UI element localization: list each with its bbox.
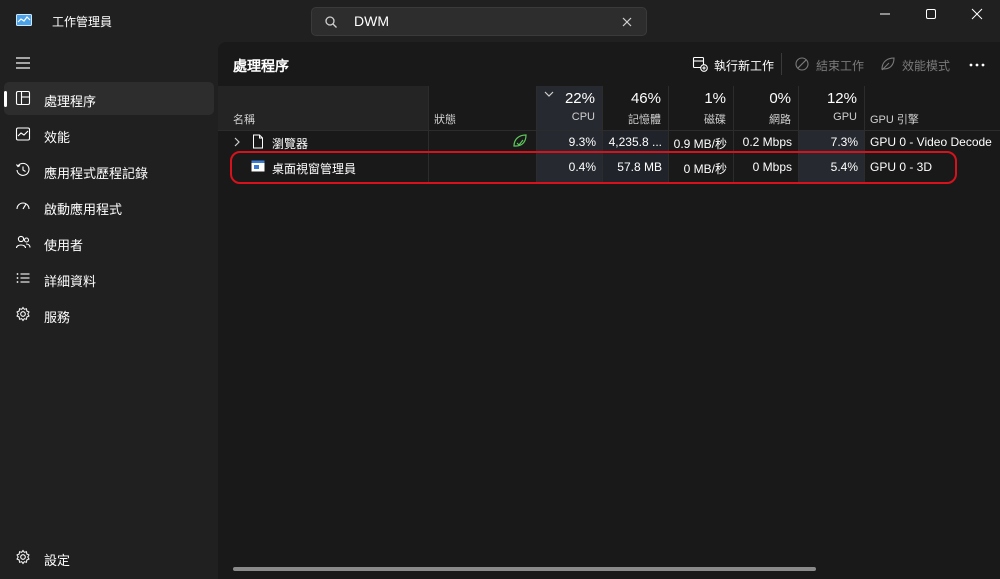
sidebar-item-label: 詳細資料 [44, 274, 97, 289]
minimize-button[interactable] [862, 0, 908, 30]
column-header-disk[interactable]: 1% 磁碟 [668, 86, 733, 130]
sidebar-item-label: 設定 [44, 553, 71, 568]
horizontal-scrollbar[interactable] [233, 567, 816, 571]
column-header-gpu[interactable]: 12% GPU [798, 86, 864, 130]
highlight-annotation [230, 151, 957, 184]
block-icon [795, 57, 809, 71]
page-title: 處理程序 [233, 58, 289, 74]
performance-icon [15, 126, 31, 142]
run-new-task-label: 執行新工作 [714, 59, 775, 73]
processes-icon [15, 90, 31, 106]
gpu-value: 7.3% [830, 135, 858, 149]
task-manager-icon [16, 14, 32, 26]
users-icon [15, 234, 31, 250]
sidebar-item-label: 應用程式歷程記錄 [44, 166, 149, 181]
sidebar-item-settings[interactable]: 設定 [4, 541, 214, 574]
maximize-button[interactable] [908, 0, 954, 30]
end-task-label: 結束工作 [816, 59, 865, 73]
close-icon[interactable] [620, 15, 634, 29]
new-task-icon [692, 56, 708, 72]
sidebar-item-details[interactable]: 詳細資料 [4, 262, 214, 295]
app-title: 工作管理員 [52, 15, 113, 29]
toolbar-divider [781, 53, 782, 75]
process-name: 瀏覽器 [272, 137, 309, 151]
disk-value: 0.9 MB/秒 [673, 137, 727, 151]
column-header-network[interactable]: 0% 網路 [733, 86, 798, 130]
sidebar-item-label: 效能 [44, 130, 71, 145]
sidebar-item-label: 使用者 [44, 238, 84, 253]
network-value: 0.2 Mbps [742, 135, 792, 149]
sidebar-item-performance[interactable]: 效能 [4, 118, 214, 151]
search-box[interactable]: DWM [311, 7, 647, 36]
sidebar-item-app-history[interactable]: 應用程式歷程記錄 [4, 154, 214, 187]
search-input[interactable]: DWM [354, 13, 389, 29]
sidebar: 處理程序 效能 應用程式歷程記錄 啟動應用程式 使用者 詳細資料 服務 設定 [0, 42, 218, 579]
sidebar-item-users[interactable]: 使用者 [4, 226, 214, 259]
details-list-icon [15, 270, 31, 286]
efficiency-leaf-icon [513, 134, 527, 147]
search-icon [324, 15, 338, 29]
column-header-memory[interactable]: 46% 記憶體 [602, 86, 668, 130]
document-icon [253, 134, 263, 149]
sidebar-item-label: 啟動應用程式 [44, 202, 123, 217]
sidebar-item-services[interactable]: 服務 [4, 298, 214, 331]
sidebar-item-label: 處理程序 [44, 94, 97, 109]
column-header-status[interactable]: 狀態 [428, 86, 536, 130]
column-header-name[interactable]: 名稱 [218, 86, 428, 130]
memory-value: 4,235.8 ... [608, 135, 662, 149]
title-bar: 工作管理員 DWM [0, 0, 1000, 42]
sidebar-item-label: 服務 [44, 310, 71, 325]
sidebar-item-processes[interactable]: 處理程序 [4, 82, 214, 115]
hamburger-icon[interactable] [15, 56, 31, 70]
cpu-value: 9.3% [568, 135, 596, 149]
speedometer-icon [15, 198, 31, 214]
active-indicator [4, 91, 7, 107]
sidebar-item-startup-apps[interactable]: 啟動應用程式 [4, 190, 214, 223]
gpu-engine-value: GPU 0 - Video Decode [870, 135, 992, 149]
processes-panel: 處理程序 執行新工作 結束工作 效能模式 名稱 狀態 22% CPU 46% 記… [218, 42, 1000, 579]
chevron-right-icon[interactable] [233, 137, 241, 147]
sort-chevron-down-icon [544, 91, 554, 97]
services-gear-icon [15, 306, 31, 322]
column-header-gpu-engine[interactable]: GPU 引擎 [864, 86, 1000, 130]
efficiency-leaf-icon [881, 57, 895, 71]
more-ellipsis-icon[interactable] [967, 55, 987, 75]
minimize-icon [880, 13, 890, 15]
maximize-icon [926, 9, 936, 19]
close-window-button[interactable] [954, 0, 1000, 30]
settings-gear-icon [15, 549, 31, 565]
column-header-cpu[interactable]: 22% CPU [536, 86, 602, 130]
history-icon [15, 162, 31, 178]
efficiency-mode-label: 效能模式 [902, 59, 951, 73]
close-icon [971, 8, 983, 20]
